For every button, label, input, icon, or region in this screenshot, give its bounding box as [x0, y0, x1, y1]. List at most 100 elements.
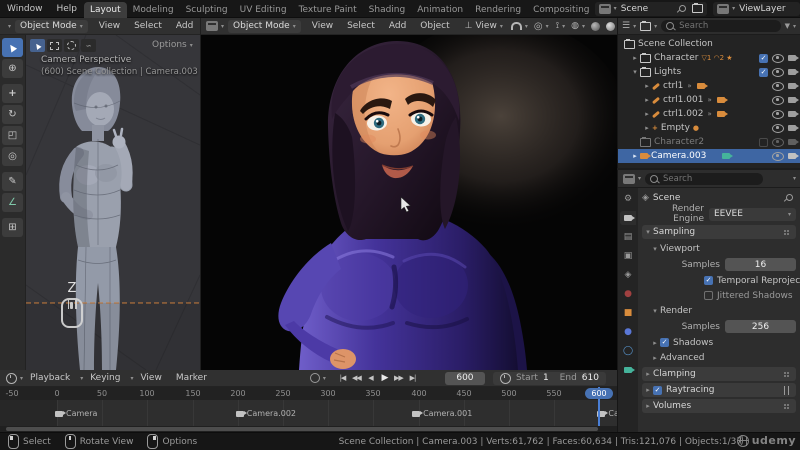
menu-window[interactable]: Window [0, 4, 50, 14]
tab-compositing[interactable]: Compositing [527, 2, 589, 18]
camera-restrict-icon[interactable] [788, 153, 799, 159]
menu-keying[interactable]: Keying [83, 373, 127, 383]
transform-orientation-dropdown[interactable]: ⊥ View ▾ [465, 21, 503, 31]
play-button[interactable]: ▶ [378, 372, 391, 385]
overlays-toggle[interactable]: ◍ ▾ [571, 21, 585, 31]
tab-render[interactable] [620, 211, 636, 225]
marker-camera-002[interactable]: Camera.002 [235, 409, 296, 418]
expand-icon[interactable]: ▸ [642, 110, 652, 118]
gizmo-toggle[interactable]: ⟟ ▾ [556, 21, 565, 31]
transform-tool[interactable]: ◎ [2, 147, 23, 166]
checkbox[interactable]: ✓ [759, 67, 768, 77]
tab-animation[interactable]: Animation [411, 2, 469, 18]
options-dropdown[interactable]: Options ▾ [152, 40, 193, 50]
shading-solid-icon[interactable] [591, 21, 600, 31]
move-tool[interactable]: + [2, 84, 23, 103]
eye-icon[interactable] [772, 123, 784, 133]
outliner-row-character2[interactable]: Character2 [618, 135, 800, 149]
prev-keyframe-button[interactable]: ◀◀ [350, 372, 363, 385]
editor-type-icon[interactable] [206, 21, 218, 31]
tab-modeling[interactable]: Modeling [127, 2, 180, 18]
center-viewport[interactable] [200, 35, 617, 370]
display-mode-icon[interactable] [640, 20, 652, 31]
next-keyframe-button[interactable]: ▶▶ [392, 372, 405, 385]
lasso-select-mode[interactable]: ∽ [81, 39, 96, 52]
play-reverse-button[interactable]: ◀ [364, 372, 377, 385]
rotate-tool[interactable]: ↻ [2, 105, 23, 124]
mode-dropdown[interactable]: Object Mode ▾ [228, 19, 301, 33]
pin-icon[interactable] [677, 3, 688, 14]
camera-restrict-icon[interactable] [788, 83, 799, 89]
measure-tool[interactable]: ∠ [2, 193, 23, 212]
filter-funnel-icon[interactable]: ▼ [785, 22, 790, 30]
shading-rendered-icon[interactable] [606, 21, 615, 31]
raytracing-section-header[interactable]: ▸ ✓ Raytracing [642, 383, 796, 397]
scrollbar-thumb[interactable] [6, 427, 598, 431]
box-select-mode[interactable] [47, 39, 62, 52]
tweak-select-mode[interactable]: ▲ [30, 39, 45, 52]
outliner-row-character[interactable]: ▸ Character ▽1 ◠2 ★ ✓ [618, 51, 800, 65]
render-subsection[interactable]: ▾ Render [642, 303, 796, 318]
checkbox[interactable] [704, 291, 713, 300]
pin-icon[interactable] [784, 192, 795, 203]
camera-restrict-icon[interactable] [788, 139, 799, 145]
checkbox[interactable] [759, 137, 768, 147]
search-input[interactable] [661, 172, 759, 185]
add-cube-tool[interactable]: ⊞ [2, 218, 23, 237]
proportional-edit-toggle[interactable]: ◎ ▾ [534, 21, 549, 32]
camera-restrict-icon[interactable] [788, 125, 799, 131]
tab-world[interactable]: ● [620, 287, 636, 301]
marker-camera-001[interactable]: Camera.001 [412, 409, 472, 418]
scale-tool[interactable]: ◰ [2, 126, 23, 145]
jump-to-start-button[interactable]: |◀ [336, 372, 349, 385]
eye-icon[interactable] [772, 109, 784, 119]
marker-camera-003[interactable]: Ca [597, 409, 617, 418]
left-viewport[interactable] [26, 35, 200, 370]
jump-to-end-button[interactable]: ▶| [406, 372, 419, 385]
tab-layout[interactable]: Layout [84, 1, 127, 18]
tab-tool[interactable]: ⚙ [620, 192, 636, 206]
menu-select[interactable]: Select [340, 21, 382, 31]
checkbox[interactable]: ✓ [660, 338, 669, 347]
sampling-section-header[interactable]: ▾ Sampling [642, 225, 796, 239]
tab-view-layer[interactable]: ▣ [620, 249, 636, 263]
camera-restrict-icon[interactable] [788, 111, 799, 117]
filter-menu-icon[interactable]: ☰ [622, 21, 630, 31]
menu-select[interactable]: Select [127, 21, 169, 31]
menu-view[interactable]: View [133, 373, 168, 383]
menu-view[interactable]: View [92, 21, 127, 31]
tab-output[interactable]: ▤ [620, 230, 636, 244]
outliner-row-ctrl1-001[interactable]: ▸ ctrl1.001 » [618, 93, 800, 107]
select-tool[interactable]: ▲ [2, 38, 23, 57]
expand-icon[interactable]: ▸ [630, 152, 640, 160]
viewlayer-selector[interactable]: ▾ ViewLayer [713, 1, 800, 16]
advanced-row[interactable]: ▸ Advanced [642, 350, 796, 365]
tab-texture-paint[interactable]: Texture Paint [293, 2, 363, 18]
marker-camera[interactable]: Camera [55, 409, 97, 418]
camera-restrict-icon[interactable] [788, 55, 799, 61]
timeline-track[interactable]: Camera Camera.002 Camera.001 Ca [0, 400, 617, 426]
camera-restrict-icon[interactable] [788, 69, 799, 75]
checkbox[interactable]: ✓ [653, 385, 662, 395]
eye-icon[interactable] [772, 53, 784, 63]
collapse-icon[interactable]: ▾ [630, 68, 640, 76]
cursor-tool[interactable]: ⊕ [2, 59, 23, 78]
menu-object[interactable]: Object [413, 21, 456, 31]
camera-restrict-icon[interactable] [788, 97, 799, 103]
editor-type-icon[interactable] [623, 173, 635, 184]
outliner-row-ctrl1[interactable]: ▸ ctrl1 » [618, 79, 800, 93]
scene-selector[interactable]: ▾ Scene [594, 1, 708, 16]
outliner-search[interactable] [661, 20, 781, 32]
editor-type-icon[interactable] [6, 372, 17, 384]
render-engine-dropdown[interactable]: EEVEE ▾ [709, 207, 796, 221]
eye-icon[interactable] [772, 81, 784, 91]
start-value[interactable]: 1 [543, 373, 549, 383]
menu-add[interactable]: Add [382, 21, 413, 31]
expand-icon[interactable]: ▸ [642, 82, 652, 90]
eye-icon[interactable] [772, 151, 784, 161]
eye-icon[interactable] [772, 67, 784, 77]
current-frame-indicator[interactable]: 600 [585, 388, 613, 399]
tab-shading[interactable]: Shading [363, 2, 412, 18]
outliner-row-ctrl1-002[interactable]: ▸ ctrl1.002 » [618, 107, 800, 121]
tab-sculpting[interactable]: Sculpting [180, 2, 234, 18]
